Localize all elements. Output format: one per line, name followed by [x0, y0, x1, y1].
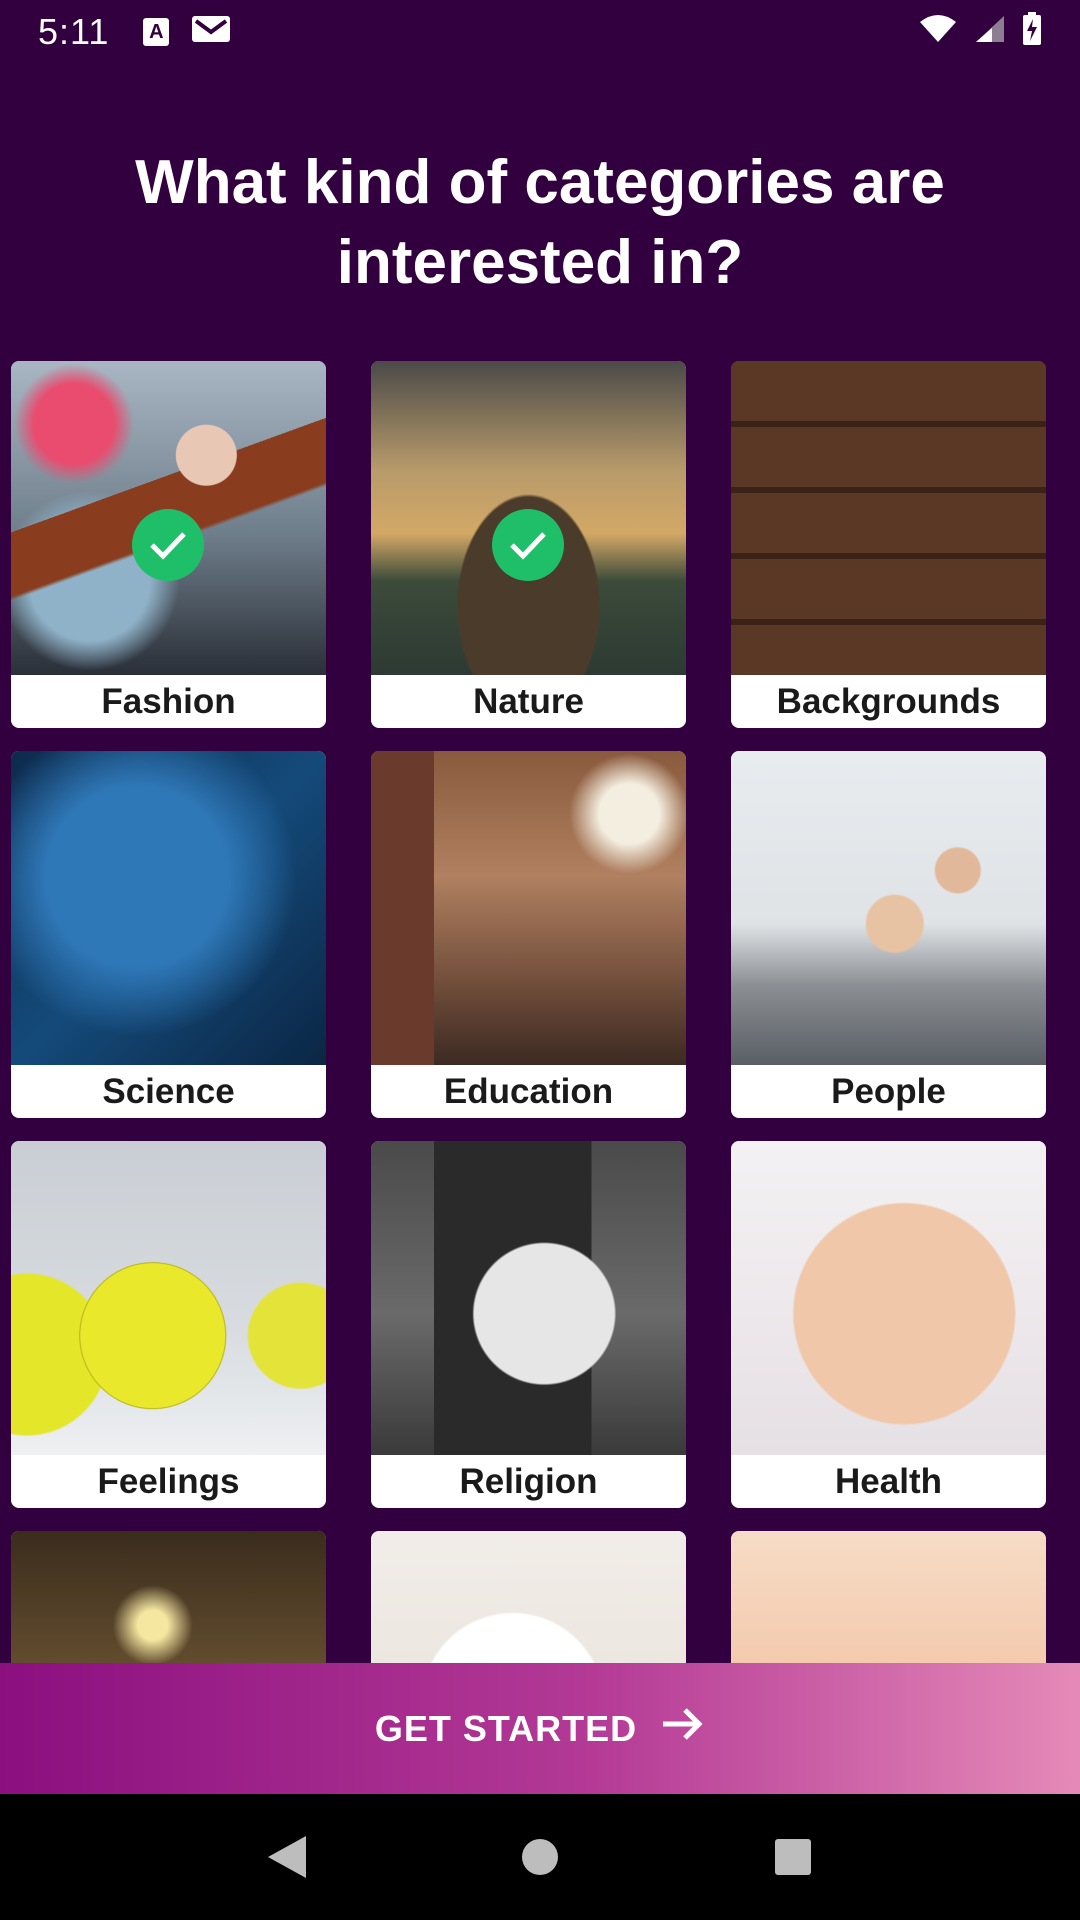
category-card-health[interactable]: Health: [731, 1141, 1046, 1508]
gmail-icon: [191, 14, 231, 49]
category-image: [371, 1531, 686, 1663]
get-started-label: GET STARTED: [374, 1707, 638, 1749]
category-card-partial[interactable]: [371, 1531, 686, 1663]
category-card-partial[interactable]: [11, 1531, 326, 1663]
arrow-right-icon: [661, 1704, 705, 1753]
category-label: Religion: [459, 1462, 598, 1501]
system-icons: [918, 12, 1042, 51]
home-icon[interactable]: [510, 1827, 570, 1887]
check-icon: [492, 509, 564, 581]
category-image: [371, 751, 686, 1065]
battery-charging-icon: [1022, 12, 1042, 51]
page-title: What kind of categories are interested i…: [135, 148, 945, 297]
signal-icon: [974, 14, 1006, 49]
status-time: 5:11: [38, 10, 110, 52]
category-label: Nature: [473, 682, 584, 721]
category-image: [731, 1531, 1046, 1663]
category-card-people[interactable]: People: [731, 751, 1046, 1118]
category-label: Education: [443, 1072, 614, 1111]
category-card-backgrounds[interactable]: Backgrounds: [731, 361, 1046, 728]
category-card-science[interactable]: Science: [11, 751, 326, 1118]
category-card-partial[interactable]: [731, 1531, 1046, 1663]
category-grid[interactable]: Fashion Nature Backgrounds Science Educa…: [11, 361, 1046, 1663]
notification-icons: A: [143, 14, 231, 49]
back-icon[interactable]: [257, 1827, 317, 1887]
navigation-bar: [0, 1794, 1080, 1920]
category-image: [11, 1141, 326, 1455]
check-icon: [132, 509, 204, 581]
category-image: [371, 1141, 686, 1455]
category-label: Backgrounds: [776, 682, 1001, 721]
category-card-fashion[interactable]: Fashion: [11, 361, 326, 728]
a-notification-icon: A: [143, 17, 170, 46]
category-card-feelings[interactable]: Feelings: [11, 1141, 326, 1508]
status-bar: 5:11 A: [0, 0, 1080, 63]
category-card-education[interactable]: Education: [371, 751, 686, 1118]
category-card-nature[interactable]: Nature: [371, 361, 686, 728]
recents-icon[interactable]: [763, 1827, 823, 1887]
get-started-button[interactable]: GET STARTED: [0, 1663, 1080, 1794]
category-image: [11, 751, 326, 1065]
category-image: [731, 361, 1046, 675]
category-image: [731, 751, 1046, 1065]
wifi-icon: [918, 14, 958, 49]
category-label: Science: [102, 1072, 235, 1111]
category-label: Health: [835, 1462, 942, 1501]
category-label: People: [831, 1072, 946, 1111]
category-image: [731, 1141, 1046, 1455]
category-image: [11, 1531, 326, 1663]
category-label: Fashion: [101, 682, 236, 721]
category-label: Feelings: [97, 1462, 240, 1501]
category-card-religion[interactable]: Religion: [371, 1141, 686, 1508]
